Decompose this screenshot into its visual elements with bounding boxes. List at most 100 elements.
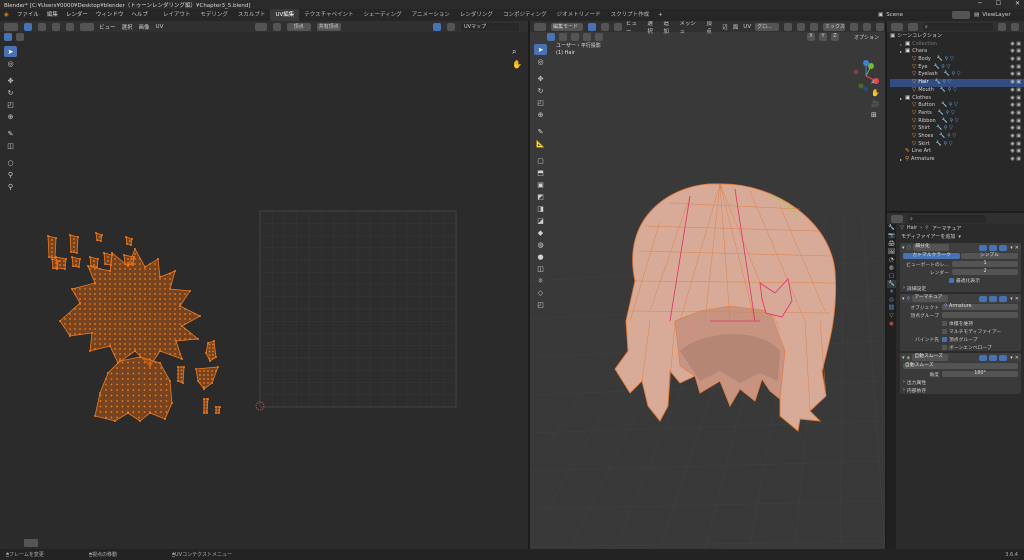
- editmode-toggle[interactable]: [979, 295, 988, 302]
- workspace-tab[interactable]: モデリング: [195, 9, 233, 21]
- chevron-down-icon[interactable]: ▾: [902, 296, 905, 302]
- internal-dependencies-subpanel[interactable]: 内部依存: [907, 387, 926, 394]
- add-modifier-button[interactable]: モディファイアーを追加 ▾: [897, 232, 1024, 241]
- outliner-row[interactable]: ▽ Pants 🔧 ⚲ ▽ ◉ ▣: [890, 110, 1024, 118]
- outliner-row[interactable]: ▽ Shirt 🔧 ⚲ ▽ ◉ ▣: [890, 125, 1024, 133]
- armature-header[interactable]: ▾ ⚲ アーマチュア ▾ ✕: [900, 294, 1021, 303]
- menu-item[interactable]: ヘルプ: [127, 9, 152, 21]
- editor-type-button[interactable]: [891, 214, 903, 223]
- angle-field[interactable]: 180°: [942, 370, 1018, 378]
- menu-item[interactable]: ファイル: [13, 9, 43, 21]
- visibility-eye-icon[interactable]: ◉ ▣: [1010, 125, 1021, 133]
- close-icon[interactable]: ✕: [1015, 296, 1019, 302]
- menu-item[interactable]: レンダー: [62, 9, 92, 21]
- bind-vgroups-checkbox[interactable]: [942, 336, 947, 342]
- render-toggle[interactable]: [999, 244, 1008, 251]
- object-tab-icon[interactable]: ▢: [887, 272, 896, 280]
- workspace-tab[interactable]: ジオメトリノード: [552, 9, 606, 21]
- add-workspace-icon[interactable]: +: [654, 12, 667, 18]
- editor-type-button[interactable]: [891, 22, 903, 31]
- visibility-eye-icon[interactable]: ◉ ▣: [1010, 148, 1021, 156]
- viewport-toggle[interactable]: [989, 244, 998, 251]
- tool-tab-icon[interactable]: 🔧: [887, 224, 896, 232]
- outliner-search-input[interactable]: ⌕: [923, 22, 993, 31]
- outliner-row[interactable]: ▽ Mouth 🔧 ⚲ ▽ ◉ ▣: [890, 87, 1024, 95]
- visibility-eye-icon[interactable]: ◉ ▣: [1010, 71, 1021, 79]
- bind-envelope-checkbox[interactable]: [942, 344, 947, 350]
- outliner-row[interactable]: ▸ ▣ Collection ◉ ▣: [890, 41, 1024, 49]
- visibility-eye-icon[interactable]: ◉ ▣: [1010, 95, 1021, 103]
- chevron-down-icon[interactable]: ▾: [1010, 355, 1013, 361]
- visibility-eye-icon[interactable]: ◉ ▣: [1010, 41, 1021, 49]
- workspace-tab[interactable]: スクリプト作成: [606, 9, 655, 21]
- subsurf-name-field[interactable]: 細分化: [913, 244, 950, 251]
- display-mode-button[interactable]: [908, 22, 918, 31]
- chevron-down-icon[interactable]: ▾: [902, 355, 905, 361]
- viewport-canvas[interactable]: [530, 21, 885, 549]
- viewport-toggle[interactable]: [989, 295, 998, 302]
- visibility-eye-icon[interactable]: ◉ ▣: [1010, 141, 1021, 149]
- visibility-eye-icon[interactable]: ◉ ▣: [1010, 110, 1021, 118]
- visibility-eye-icon[interactable]: ◉ ▣: [1010, 87, 1021, 95]
- viewlayer-name[interactable]: ViewLayer: [982, 12, 1010, 18]
- outliner-row[interactable]: ▽ Hair 🔧 ⚲ ▽ ◉ ▣: [890, 79, 1024, 87]
- data-tab-icon[interactable]: ▽: [887, 312, 896, 320]
- editmode-toggle[interactable]: [979, 244, 988, 251]
- view-layer-tab-icon[interactable]: 🖼: [887, 248, 896, 256]
- catmull-clark-tab[interactable]: カトマルクラーク: [903, 252, 960, 260]
- render-toggle[interactable]: [999, 295, 1008, 302]
- chevron-right-icon[interactable]: ›: [903, 286, 905, 291]
- vertex-group-field[interactable]: [942, 311, 1018, 319]
- visibility-eye-icon[interactable]: ◉ ▣: [1010, 102, 1021, 110]
- outliner-row[interactable]: ▽ Shoes 🔧 ⚲ ▽ ◉ ▣: [890, 133, 1024, 141]
- workspace-tab[interactable]: アニメーション: [407, 9, 455, 21]
- outliner-row[interactable]: ▽ Eyelash 🔧 ⚲ ▽ ◉ ▣: [890, 71, 1024, 79]
- scene-tab-icon[interactable]: ◔: [887, 256, 896, 264]
- multi-modifier-checkbox[interactable]: [942, 328, 947, 334]
- menu-item[interactable]: 編集: [43, 9, 62, 21]
- advanced-subpanel[interactable]: 詳細設定: [907, 285, 926, 292]
- output-attributes-subpanel[interactable]: 出力属性: [907, 379, 926, 386]
- uv-editor[interactable]: ビュー 選択 画像 UV 頂点 共有頂点 UVマップ ➤ ◎ ✥ ↻ ◰ ⊕ ✎ ◫ …: [0, 21, 528, 549]
- visibility-eye-icon[interactable]: ◉ ▣: [1010, 118, 1021, 126]
- close-icon[interactable]: ✕: [1015, 245, 1019, 251]
- render-levels-field[interactable]: 2: [952, 268, 1018, 276]
- simple-tab[interactable]: シンプル: [961, 252, 1018, 260]
- outliner-row[interactable]: ▽ Ribbon 🔧 ⚲ ▽ ◉ ▣: [890, 118, 1024, 126]
- viewport-levels-field[interactable]: 1: [952, 260, 1018, 268]
- workspace-tab[interactable]: コンポジティング: [498, 9, 552, 21]
- scene-browse-button[interactable]: [951, 11, 970, 19]
- particles-tab-icon[interactable]: ✳: [887, 288, 896, 296]
- autosmooth-header[interactable]: ▾ ◈ 自動スムーズ ▾ ✕: [900, 353, 1021, 362]
- visibility-eye-icon[interactable]: ◉ ▣: [1010, 48, 1021, 56]
- workspace-tab[interactable]: シェーディング: [359, 9, 407, 21]
- output-tab-icon[interactable]: 🖨: [887, 240, 896, 248]
- visibility-eye-icon[interactable]: ◉ ▣: [1010, 64, 1021, 72]
- autosmooth-name-field[interactable]: 自動スムーズ: [912, 354, 949, 361]
- visibility-eye-icon[interactable]: ◉ ▣: [1010, 56, 1021, 64]
- armature-name-field[interactable]: アーマチュア: [912, 295, 949, 302]
- filter-icon[interactable]: [998, 22, 1006, 31]
- render-toggle[interactable]: [999, 354, 1008, 361]
- close-icon[interactable]: ✕: [1015, 0, 1020, 7]
- viewport-toggle[interactable]: [989, 354, 998, 361]
- node-group-field[interactable]: 自動スムーズ: [903, 362, 1018, 370]
- workspace-tab[interactable]: UV編集: [270, 9, 300, 21]
- preserve-volume-checkbox[interactable]: [942, 320, 947, 326]
- menu-item[interactable]: ウィンドウ: [92, 9, 128, 21]
- material-tab-icon[interactable]: ◉: [887, 320, 896, 328]
- subsurf-header[interactable]: ▾ ▢ 細分化 ▾ ✕: [900, 243, 1021, 252]
- workspace-tab[interactable]: レイアウト: [158, 9, 196, 21]
- outliner-row[interactable]: ▸ ▣ Chara ◉ ▣: [890, 48, 1024, 56]
- outliner-row[interactable]: ▽ Body 🔧 ⚲ ▽ ◉ ▣: [890, 56, 1024, 64]
- chevron-down-icon[interactable]: ▾: [1010, 245, 1013, 251]
- minimize-icon[interactable]: ─: [978, 0, 982, 7]
- editmode-toggle[interactable]: [979, 354, 988, 361]
- workspace-tab[interactable]: テクスチャペイント: [299, 9, 358, 21]
- new-collection-icon[interactable]: [1011, 22, 1019, 31]
- outliner-row[interactable]: ✎ Line Art ◉ ▣: [890, 148, 1024, 156]
- render-tab-icon[interactable]: 📷: [887, 232, 896, 240]
- workspace-tab[interactable]: レンダリング: [455, 9, 498, 21]
- chevron-down-icon[interactable]: ▾: [1010, 296, 1013, 302]
- blender-logo-icon[interactable]: ◉: [0, 12, 13, 18]
